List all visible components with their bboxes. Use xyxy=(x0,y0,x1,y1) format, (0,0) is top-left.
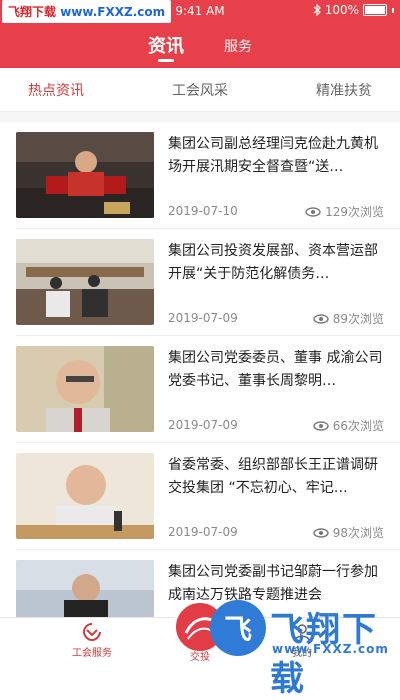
news-item[interactable]: 集团公司党委委员、董事 成渝公司党委书记、董事长周黎明… 2019-07-09 … xyxy=(0,336,400,443)
eye-icon xyxy=(313,527,329,538)
section-divider xyxy=(0,112,400,122)
news-item[interactable]: 省委常委、组织部部长王正谱调研交投集团 “不忘初心、牢记… 2019-07-09… xyxy=(0,443,400,550)
news-thumbnail xyxy=(16,560,154,617)
news-thumbnail xyxy=(16,239,154,325)
news-date: 2019-07-10 xyxy=(168,204,238,218)
eye-icon xyxy=(305,206,321,217)
news-views: 98次浏览 xyxy=(313,524,384,541)
news-views: 66次浏览 xyxy=(313,417,384,434)
news-title: 省委常委、组织部部长王正谱调研交投集团 “不忘初心、牢记… xyxy=(168,457,378,496)
news-date: 2019-07-09 xyxy=(168,311,238,325)
news-thumbnail xyxy=(16,453,154,539)
bluetooth-icon xyxy=(313,4,321,16)
news-thumbnail xyxy=(16,346,154,432)
news-item[interactable]: 集团公司投资发展部、资本营运部开展“关于防范化解债务… 2019-07-09 8… xyxy=(0,229,400,336)
news-list: 集团公司副总经理闫克俭赴九黄机场开展汛期安全督查暨“送… 2019-07-10 … xyxy=(0,122,400,617)
battery-percent: 100% xyxy=(324,3,359,17)
news-date: 2019-07-09 xyxy=(168,418,238,432)
status-bar: 飞翔下载 www.FXXZ.com 9:41 AM 100% xyxy=(0,0,400,23)
views-count: 129次浏览 xyxy=(325,205,384,219)
news-title: 集团公司副总经理闫克俭赴九黄机场开展汛期安全督查暨“送… xyxy=(168,136,378,175)
eye-icon xyxy=(313,313,329,324)
top-tabs: 资讯 服务 xyxy=(0,26,400,68)
status-right: 100% xyxy=(313,3,394,17)
subtab-poverty-alleviation[interactable]: 精准扶贫 xyxy=(316,68,372,111)
tab-news[interactable]: 资讯 xyxy=(148,26,184,68)
news-views: 89次浏览 xyxy=(313,310,384,327)
tab-service[interactable]: 服务 xyxy=(224,26,252,68)
nav-union-service-label: 工会服务 xyxy=(72,648,112,659)
views-count: 98次浏览 xyxy=(332,526,384,540)
eye-icon xyxy=(313,420,329,431)
nav-jiaotou-label: 交投 xyxy=(190,652,210,663)
sub-tabs: 热点资讯 工会风采 精准扶贫 xyxy=(0,68,400,112)
news-views: 129次浏览 xyxy=(305,203,384,220)
battery-icon xyxy=(363,4,387,16)
views-count: 89次浏览 xyxy=(332,312,384,326)
watermark-bottom: 飞 飞翔下载 www.FXXZ.com xyxy=(210,600,400,699)
union-icon xyxy=(82,623,101,642)
nav-union-service[interactable]: 工会服务 xyxy=(52,622,132,659)
watermark-logo: 飞 xyxy=(210,600,266,656)
watermark-small-text: www.FXXZ.com xyxy=(272,642,389,656)
news-item[interactable]: 集团公司副总经理闫克俭赴九黄机场开展汛期安全督查暨“送… 2019-07-10 … xyxy=(0,122,400,229)
battery-cap xyxy=(392,7,394,13)
views-count: 66次浏览 xyxy=(332,419,384,433)
subtab-union-style[interactable]: 工会风采 xyxy=(172,68,228,111)
subtab-hot-news[interactable]: 热点资讯 xyxy=(28,68,84,111)
news-title: 集团公司党委委员、董事 成渝公司党委书记、董事长周黎明… xyxy=(168,350,383,389)
news-date: 2019-07-09 xyxy=(168,525,238,539)
news-thumbnail xyxy=(16,132,154,218)
news-title: 集团公司投资发展部、资本营运部开展“关于防范化解债务… xyxy=(168,243,378,282)
